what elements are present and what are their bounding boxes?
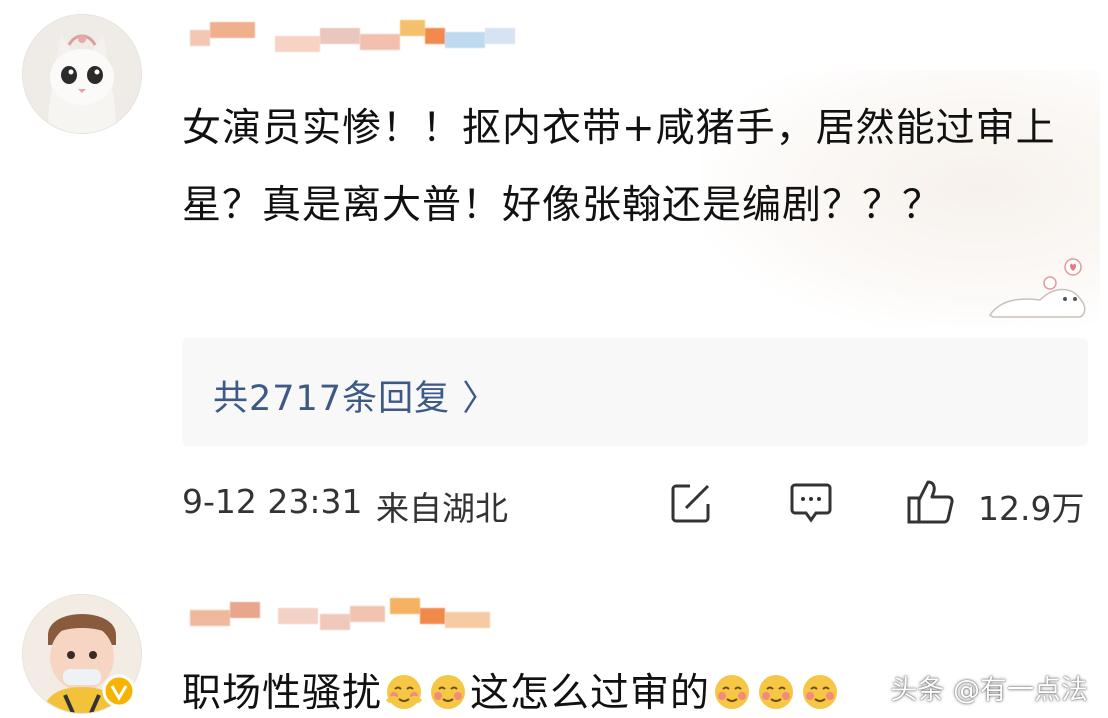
thumbs-up-icon[interactable] [906,478,956,530]
verified-badge-icon [102,674,136,712]
watermark: 头条 @有一点法 [890,675,1088,706]
blush-face-emoji [431,675,466,709]
username-blurred[interactable] [190,10,520,52]
divider [0,572,1108,573]
username-blurred[interactable] [190,588,510,630]
avatar[interactable] [22,14,142,134]
view-replies-link[interactable]: 共2717条回复 〉 [213,370,498,421]
comment-text-part: 职场性骚扰 [182,671,383,716]
blush-face-emoji [759,675,794,709]
comment-text-part: 这怎么过审的 [470,671,711,716]
comment-icon[interactable] [788,482,834,530]
cat-sticker-icon [985,255,1090,320]
cat-avatar-image [23,15,141,133]
blush-face-emoji [803,675,838,709]
share-icon[interactable] [668,480,714,530]
comment-text: 职场性骚扰 这怎么过审的 [182,662,842,718]
comment-time: 9-12 23:31 [182,482,363,521]
blush-face-emoji [715,675,750,709]
blush-face-emoji [385,675,423,709]
comment-text: 女演员实惨！！抠内衣带+咸猪手，居然能过审上星？真是离大普！好像张翰还是编剧？？… [182,106,1056,228]
comment-location: 来自湖北 [376,489,508,528]
like-count: 12.9万 [978,489,1085,528]
